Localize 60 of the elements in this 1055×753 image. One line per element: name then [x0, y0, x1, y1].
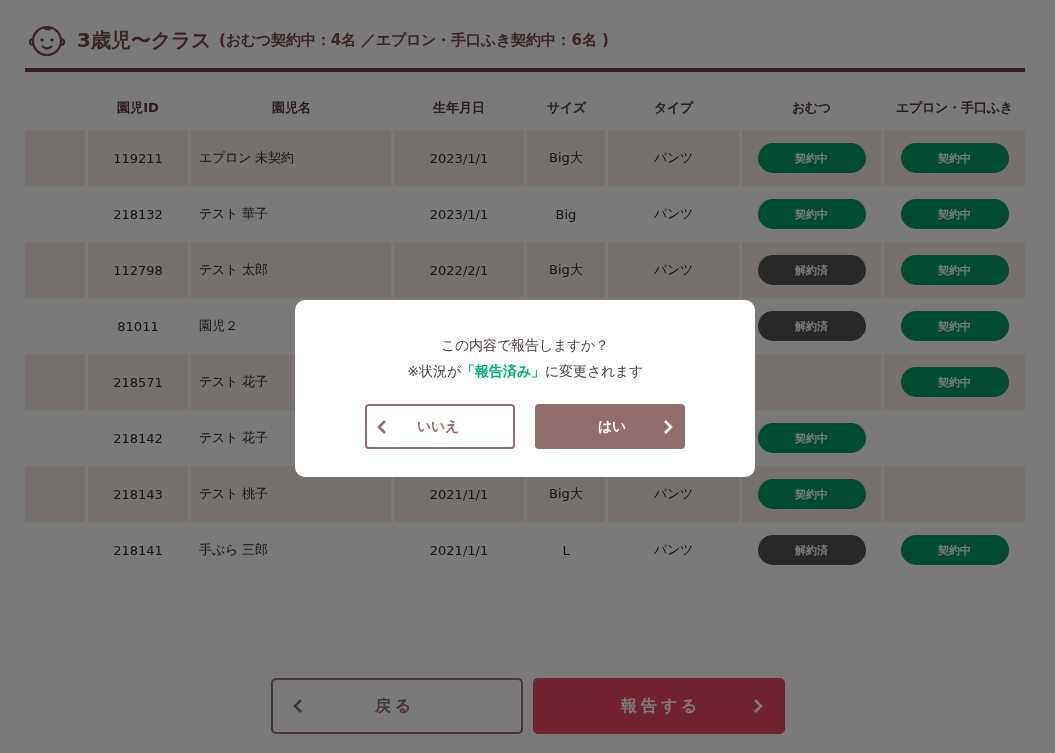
column-header: 生年月日 — [432, 99, 486, 117]
status-badge: 解約済 — [757, 311, 866, 341]
table-cell-text: 218142 — [112, 429, 164, 448]
status-badge: 解約済 — [757, 535, 866, 565]
table-cell-text: 2023/1/1 — [428, 205, 490, 224]
table-cell-text: 218141 — [112, 541, 164, 560]
column-header: エプロン・手口ふき — [895, 99, 1014, 117]
child-name: エプロン 未契約 — [199, 149, 295, 167]
table-cell: 2022/2/1 — [394, 242, 524, 298]
dialog-message: この内容で報告しますか？ — [441, 336, 609, 355]
column-header: サイズ — [545, 99, 588, 117]
child-name: テスト 太郎 — [199, 261, 269, 279]
report-button[interactable]: 報告する — [532, 678, 785, 734]
no-button[interactable]: いいえ — [365, 404, 515, 449]
dialog-message: ※状況が「報告済み」に変更されます — [407, 362, 643, 381]
back-button[interactable]: 戻る — [270, 678, 523, 734]
column-header: おむつ — [791, 99, 832, 117]
table-cell-text: 218132 — [112, 205, 164, 224]
table-cell-text: 2021/1/1 — [428, 541, 490, 560]
status-badge: 契約中 — [900, 255, 1009, 285]
chevron-right-icon — [663, 418, 673, 435]
table-cell-text: パンツ — [653, 541, 694, 559]
table-cell-text: Big — [554, 205, 578, 224]
child-name: テスト 華子 — [199, 205, 269, 223]
child-name: 手ぶら 三郎 — [199, 541, 269, 559]
status-badge: 契約中 — [757, 423, 866, 453]
column-header: タイプ — [653, 99, 695, 117]
table-cell: 218571 — [88, 354, 188, 410]
status-badge: 契約中 — [757, 479, 866, 509]
status-badge: 解約済 — [757, 255, 866, 285]
table-cell-text: L — [561, 541, 571, 560]
table-cell: 119211 — [88, 130, 188, 186]
table-cell-text: 81011 — [116, 317, 160, 336]
status-badge: 契約中 — [757, 199, 866, 229]
status-badge: 契約中 — [900, 367, 1009, 397]
column-header: 園児名 — [270, 99, 312, 117]
chevron-left-icon — [377, 418, 387, 435]
contract-summary: (おむつ契約中：4名 ／エプロン・手口ふき契約中：6名 ) — [218, 30, 609, 50]
yes-button[interactable]: はい — [535, 404, 685, 449]
table-cell-text: パンツ — [653, 205, 694, 223]
class-title: 3歳児〜クラス — [77, 26, 211, 54]
table-cell: 218143 — [88, 466, 188, 522]
table-cell: 2023/1/1 — [394, 130, 524, 186]
child-name: テスト 花子 — [199, 373, 269, 391]
status-badge: 契約中 — [757, 143, 866, 173]
column-header: 園児ID — [116, 99, 160, 117]
child-name: 園児２ — [199, 317, 238, 335]
child-name: テスト 桃子 — [199, 485, 269, 503]
table-cell: Big大 — [527, 130, 605, 186]
table-cell: パンツ — [608, 242, 739, 298]
table-cell: パンツ — [608, 130, 739, 186]
chevron-left-icon — [292, 698, 303, 714]
status-badge: 契約中 — [900, 199, 1009, 229]
status-badge: 契約中 — [900, 143, 1009, 173]
chevron-right-icon — [752, 698, 763, 714]
child-name: テスト 花子 — [199, 429, 269, 447]
status-badge: 契約中 — [900, 535, 1009, 565]
table-cell: 112798 — [88, 242, 188, 298]
status-badge: 契約中 — [900, 311, 1009, 341]
table-cell: Big大 — [527, 242, 605, 298]
